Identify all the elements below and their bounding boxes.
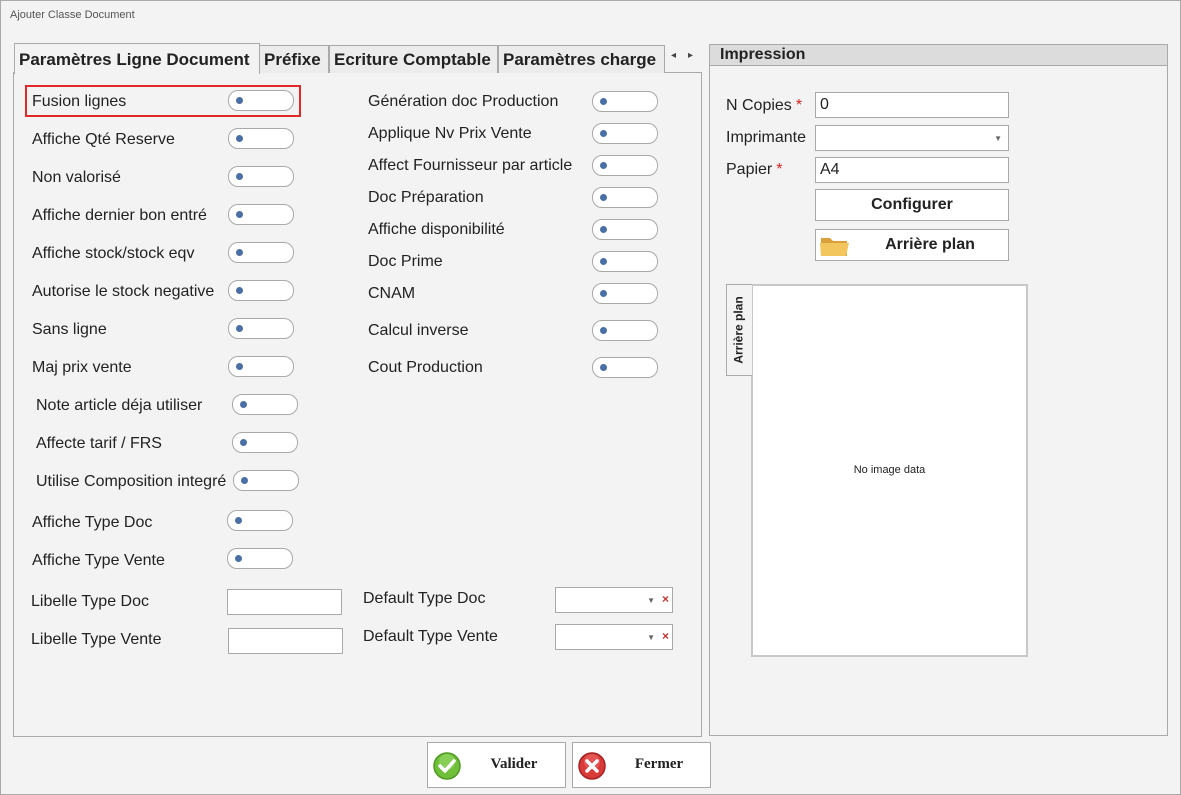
affecte-tarif-frs-label: Affecte tarif / FRS (36, 435, 162, 452)
default-type-doc-label: Default Type Doc (363, 590, 486, 607)
window-title: Ajouter Classe Document (10, 9, 135, 21)
valider-label: Valider (490, 756, 538, 772)
libelle-type-doc-label: Libelle Type Doc (31, 593, 149, 610)
autorise-stock-negative-toggle[interactable] (228, 280, 294, 301)
cout-production-toggle[interactable] (592, 357, 658, 378)
note-article-deja-utiliser-label: Note article déja utiliser (36, 397, 203, 414)
tab-scroll-left-icon[interactable]: ◂ (671, 50, 676, 61)
tab-parametres-ligne-document[interactable]: Paramètres Ligne Document (14, 43, 260, 74)
cnam-label: CNAM (368, 285, 416, 302)
fusion-lignes-toggle[interactable] (228, 90, 294, 111)
doc-prime-label: Doc Prime (368, 253, 443, 270)
n-copies-label: N Copies * (726, 97, 802, 115)
fermer-button[interactable]: Fermer (572, 742, 711, 788)
maj-prix-vente-label: Maj prix vente (32, 359, 132, 376)
autorise-stock-negative-label: Autorise le stock negative (32, 283, 215, 300)
applique-nv-prix-vente-toggle[interactable] (592, 123, 658, 144)
required-mark: * (776, 161, 783, 178)
clear-icon[interactable]: × (662, 592, 669, 606)
generation-doc-production-toggle[interactable] (592, 91, 658, 112)
affecte-tarif-frs-toggle[interactable] (232, 432, 298, 453)
sans-ligne-label: Sans ligne (32, 321, 107, 338)
calcul-inverse-label: Calcul inverse (368, 322, 469, 339)
side-tab-label-wrap: Arrière plan (726, 284, 752, 376)
affiche-type-doc-toggle[interactable] (227, 510, 293, 531)
fermer-label: Fermer (634, 756, 684, 772)
tab-scroll-right-icon[interactable]: ▸ (688, 50, 693, 61)
affiche-dernier-bon-entre-label: Affiche dernier bon entré (32, 207, 207, 224)
libelle-type-doc-input[interactable] (227, 589, 342, 615)
generation-doc-production-label: Génération doc Production (368, 93, 559, 110)
applique-nv-prix-vente-label: Applique Nv Prix Vente (368, 125, 532, 142)
papier-label: Papier * (726, 161, 782, 179)
arriere-plan-label: Arrière plan (885, 236, 975, 253)
required-mark: * (795, 97, 803, 114)
close-icon (578, 752, 606, 780)
affiche-type-doc-label: Affiche Type Doc (32, 514, 153, 531)
dropdown-arrow-icon[interactable]: ▼ (647, 596, 655, 605)
dropdown-arrow-icon[interactable]: ▼ (647, 633, 655, 642)
utilise-composition-integre-label: Utilise Composition integré (36, 473, 227, 490)
folder-icon (820, 238, 849, 256)
libelle-type-vente-label: Libelle Type Vente (31, 631, 162, 648)
doc-prime-toggle[interactable] (592, 251, 658, 272)
dropdown-arrow-icon[interactable]: ▼ (994, 134, 1002, 143)
libelle-type-vente-input[interactable] (228, 628, 343, 654)
default-type-vente-select[interactable]: ▼ × (555, 624, 673, 650)
clear-icon[interactable]: × (662, 629, 669, 643)
papier-label-text: Papier (726, 161, 773, 178)
no-image-text: No image data (853, 464, 926, 476)
calcul-inverse-toggle[interactable] (592, 320, 658, 341)
sans-ligne-toggle[interactable] (228, 318, 294, 339)
note-article-deja-utiliser-toggle[interactable] (232, 394, 298, 415)
utilise-composition-integre-toggle[interactable] (233, 470, 299, 491)
tab-prefixe[interactable]: Préfixe (259, 45, 329, 73)
affiche-stock-eqv-toggle[interactable] (228, 242, 294, 263)
affiche-qte-reserve-toggle[interactable] (228, 128, 294, 149)
arriere-plan-button[interactable]: Arrière plan (815, 229, 1009, 261)
non-valorise-toggle[interactable] (228, 166, 294, 187)
n-copies-input[interactable]: 0 (815, 92, 1009, 118)
affect-fournisseur-label: Affect Fournisseur par article (368, 157, 573, 174)
papier-input[interactable]: A4 (815, 157, 1009, 183)
affiche-dernier-bon-entre-toggle[interactable] (228, 204, 294, 225)
affect-fournisseur-toggle[interactable] (592, 155, 658, 176)
n-copies-label-text: N Copies (726, 97, 792, 114)
tab-parametres-charge[interactable]: Paramètres charge (498, 45, 665, 73)
check-icon (433, 752, 461, 780)
cnam-toggle[interactable] (592, 283, 658, 304)
configurer-button[interactable]: Configurer (815, 189, 1009, 221)
imprimante-label: Imprimante (726, 129, 807, 146)
imprimante-select[interactable]: ▼ (815, 125, 1009, 151)
affiche-disponibilite-toggle[interactable] (592, 219, 658, 240)
affiche-type-vente-toggle[interactable] (227, 548, 293, 569)
impression-header: Impression (709, 44, 1168, 66)
side-tab-label: Arrière plan (732, 296, 747, 364)
affiche-type-vente-label: Affiche Type Vente (32, 552, 165, 569)
doc-preparation-toggle[interactable] (592, 187, 658, 208)
doc-preparation-label: Doc Préparation (368, 189, 484, 206)
fusion-lignes-label: Fusion lignes (32, 93, 127, 110)
affiche-stock-eqv-label: Affiche stock/stock eqv (32, 245, 195, 262)
maj-prix-vente-toggle[interactable] (228, 356, 294, 377)
cout-production-label: Cout Production (368, 359, 483, 376)
tab-ecriture-comptable[interactable]: Ecriture Comptable (329, 45, 498, 73)
default-type-doc-select[interactable]: ▼ × (555, 587, 673, 613)
affiche-qte-reserve-label: Affiche Qté Reserve (32, 131, 175, 148)
valider-button[interactable]: Valider (427, 742, 566, 788)
non-valorise-label: Non valorisé (32, 169, 121, 186)
default-type-vente-label: Default Type Vente (363, 628, 498, 645)
affiche-disponibilite-label: Affiche disponibilité (368, 221, 505, 238)
